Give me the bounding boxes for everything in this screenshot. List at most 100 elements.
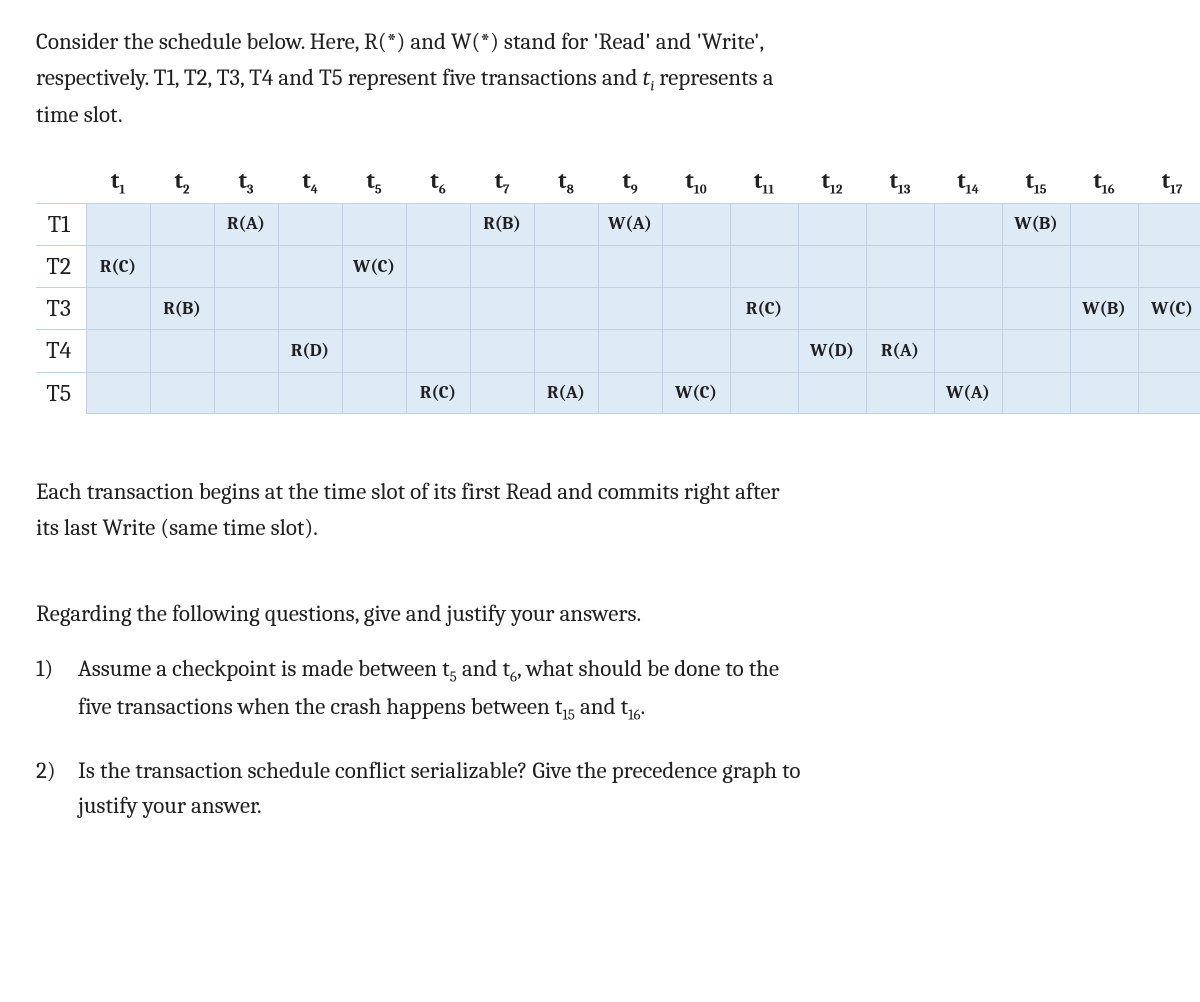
col-header: t12 bbox=[798, 163, 866, 203]
schedule-cell bbox=[278, 288, 342, 330]
table-row: T1R(A)R(B)W(A)W(B) bbox=[36, 203, 1200, 245]
schedule-cell: W(C) bbox=[662, 372, 730, 414]
schedule-cell bbox=[406, 288, 470, 330]
schedule-cell bbox=[662, 330, 730, 372]
col-header: t8 bbox=[534, 163, 598, 203]
schedule-cell: R(C) bbox=[406, 372, 470, 414]
schedule-cell: R(D) bbox=[278, 330, 342, 372]
lead-paragraph: Regarding the following questions, give … bbox=[36, 596, 1164, 632]
schedule-cell bbox=[1002, 330, 1070, 372]
table-row: T2R(C) W(C) bbox=[36, 245, 1200, 287]
intro-line-3: time slot. bbox=[36, 101, 123, 128]
question-2: Is the transaction schedule conflict ser… bbox=[36, 753, 1164, 824]
schedule-table-wrap: t1t2t3t4t5t6t7t8t9t10t11t12t13t14t15t16t… bbox=[36, 163, 1164, 414]
schedule-cell bbox=[730, 330, 798, 372]
schedule-cell bbox=[470, 288, 534, 330]
schedule-cell bbox=[662, 288, 730, 330]
schedule-cell: R(C) bbox=[86, 245, 150, 287]
row-header: T2 bbox=[36, 245, 86, 287]
schedule-cell: R(B) bbox=[470, 203, 534, 245]
schedule-cell bbox=[214, 372, 278, 414]
schedule-cell bbox=[278, 372, 342, 414]
schedule-cell bbox=[1070, 372, 1138, 414]
schedule-cell bbox=[278, 203, 342, 245]
schedule-cell bbox=[278, 245, 342, 287]
schedule-cell bbox=[214, 245, 278, 287]
q1-part-b: and t bbox=[457, 655, 510, 682]
col-header: t4 bbox=[278, 163, 342, 203]
schedule-cell bbox=[86, 372, 150, 414]
schedule-cell bbox=[1002, 372, 1070, 414]
q1-part-a: Assume a checkpoint is made between t bbox=[78, 655, 450, 682]
mid-paragraph: Each transaction begins at the time slot… bbox=[36, 474, 1164, 545]
row-header: T5 bbox=[36, 372, 86, 414]
row-header: T4 bbox=[36, 330, 86, 372]
q1-sub-4: 16 bbox=[628, 707, 640, 724]
col-header: t7 bbox=[470, 163, 534, 203]
schedule-cell bbox=[1138, 245, 1200, 287]
schedule-cell bbox=[406, 245, 470, 287]
schedule-cell: R(A) bbox=[214, 203, 278, 245]
q1-sub-2: 6 bbox=[510, 669, 517, 686]
schedule-cell bbox=[86, 288, 150, 330]
q1-part-c: , what should be done to the bbox=[517, 655, 779, 682]
schedule-cell bbox=[534, 203, 598, 245]
schedule-cell: R(A) bbox=[866, 330, 934, 372]
mid-line-2: its last Write (same time slot). bbox=[36, 514, 318, 541]
schedule-cell: W(A) bbox=[598, 203, 662, 245]
schedule-cell bbox=[86, 203, 150, 245]
schedule-cell bbox=[534, 245, 598, 287]
schedule-cell bbox=[1002, 245, 1070, 287]
schedule-cell: W(C) bbox=[342, 245, 406, 287]
schedule-cell bbox=[150, 203, 214, 245]
schedule-cell bbox=[934, 288, 1002, 330]
schedule-cell bbox=[662, 203, 730, 245]
schedule-cell bbox=[342, 203, 406, 245]
col-header: t3 bbox=[214, 163, 278, 203]
schedule-cell bbox=[798, 203, 866, 245]
schedule-cell bbox=[534, 288, 598, 330]
schedule-cell bbox=[730, 245, 798, 287]
schedule-cell bbox=[534, 330, 598, 372]
schedule-cell bbox=[730, 372, 798, 414]
col-header: t6 bbox=[406, 163, 470, 203]
schedule-cell bbox=[798, 245, 866, 287]
col-header: t5 bbox=[342, 163, 406, 203]
schedule-cell bbox=[1002, 288, 1070, 330]
col-header: t16 bbox=[1070, 163, 1138, 203]
schedule-cell bbox=[1070, 245, 1138, 287]
questions-block: Each transaction begins at the time slot… bbox=[36, 474, 1164, 824]
schedule-cell bbox=[214, 288, 278, 330]
intro-line-1: Consider the schedule below. Here, R(*) … bbox=[36, 28, 764, 55]
col-header: t11 bbox=[730, 163, 798, 203]
schedule-cell bbox=[406, 203, 470, 245]
schedule-cell bbox=[470, 245, 534, 287]
schedule-cell bbox=[598, 372, 662, 414]
schedule-cell bbox=[406, 330, 470, 372]
schedule-cell bbox=[470, 330, 534, 372]
intro-line-2a: respectively. T1, T2, T3, T4 and T5 repr… bbox=[36, 64, 643, 91]
schedule-cell: R(C) bbox=[730, 288, 798, 330]
col-header: t14 bbox=[934, 163, 1002, 203]
mid-line-1: Each transaction begins at the time slot… bbox=[36, 478, 780, 505]
schedule-cell bbox=[598, 245, 662, 287]
col-header: t15 bbox=[1002, 163, 1070, 203]
schedule-cell bbox=[866, 372, 934, 414]
row-header: T3 bbox=[36, 288, 86, 330]
col-header: t10 bbox=[662, 163, 730, 203]
schedule-cell bbox=[470, 372, 534, 414]
schedule-cell bbox=[1070, 203, 1138, 245]
schedule-cell bbox=[598, 288, 662, 330]
schedule-cell bbox=[150, 372, 214, 414]
intro-paragraph: Consider the schedule below. Here, R(*) … bbox=[36, 24, 1164, 133]
document-page: Consider the schedule below. Here, R(*) … bbox=[0, 0, 1200, 890]
q2-part-b: justify your answer. bbox=[78, 792, 262, 819]
schedule-cell bbox=[934, 203, 1002, 245]
schedule-cell bbox=[1070, 330, 1138, 372]
schedule-cell: W(A) bbox=[934, 372, 1002, 414]
col-header: t1 bbox=[86, 163, 150, 203]
intro-line-2b: represents a bbox=[654, 64, 773, 91]
schedule-cell: W(C) bbox=[1138, 288, 1200, 330]
schedule-cell: W(B) bbox=[1002, 203, 1070, 245]
schedule-cell bbox=[214, 330, 278, 372]
